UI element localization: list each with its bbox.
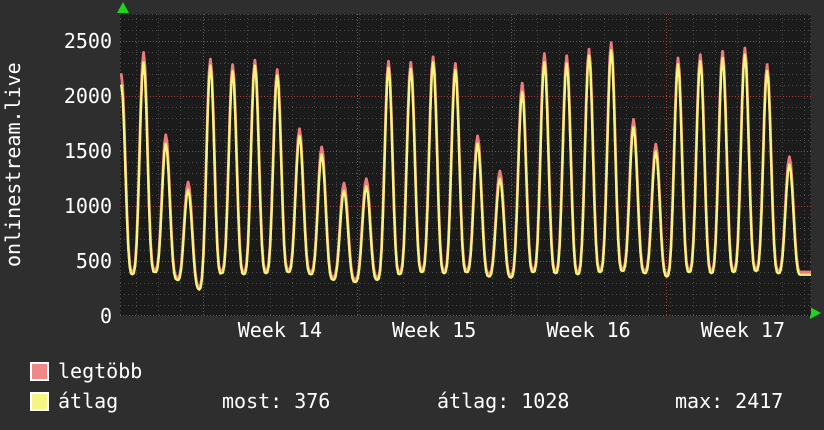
- graph-window: onlinestream.live 0 500 1000 1500 2000 2500 W…: [0, 0, 824, 430]
- legend-swatch-atlag: [30, 392, 49, 411]
- stat-atlag-label: átlag:: [437, 389, 510, 413]
- y-axis-arrow-up-icon: [117, 2, 129, 13]
- series-line-atlag: [120, 49, 811, 291]
- stat-max-value: 2417: [735, 389, 784, 413]
- y-tick-label: 0: [99, 304, 112, 328]
- legend-label-atlag: átlag: [58, 389, 119, 413]
- stat-most-label: most:: [222, 389, 283, 413]
- x-tick-label: Week 16: [546, 318, 631, 342]
- x-tick-label: Week 17: [700, 318, 785, 342]
- y-tick-label: 500: [75, 249, 112, 274]
- y-tick-label: 1500: [63, 139, 112, 164]
- x-tick-label: Week 14: [237, 318, 323, 342]
- legend-swatch-legtobb: [30, 362, 49, 381]
- stat-most: most: 376: [222, 391, 330, 412]
- plot-area: [120, 14, 811, 316]
- legend-label-legtobb: legtöbb: [58, 359, 143, 383]
- stat-most-value: 376: [294, 389, 331, 413]
- chart-canvas: [120, 14, 811, 316]
- y-tick-label: 2500: [63, 29, 112, 54]
- stat-max-label: max:: [675, 389, 724, 413]
- stat-atlag-value: 1028: [521, 389, 570, 413]
- y-tick-label: 2000: [63, 84, 112, 109]
- stat-max: max: 2417: [675, 391, 783, 412]
- stat-atlag: átlag: 1028: [437, 391, 569, 412]
- x-tick-label: Week 15: [392, 318, 477, 342]
- y-tick-label: 1000: [63, 194, 112, 219]
- x-axis-arrow-right-icon: [810, 307, 821, 319]
